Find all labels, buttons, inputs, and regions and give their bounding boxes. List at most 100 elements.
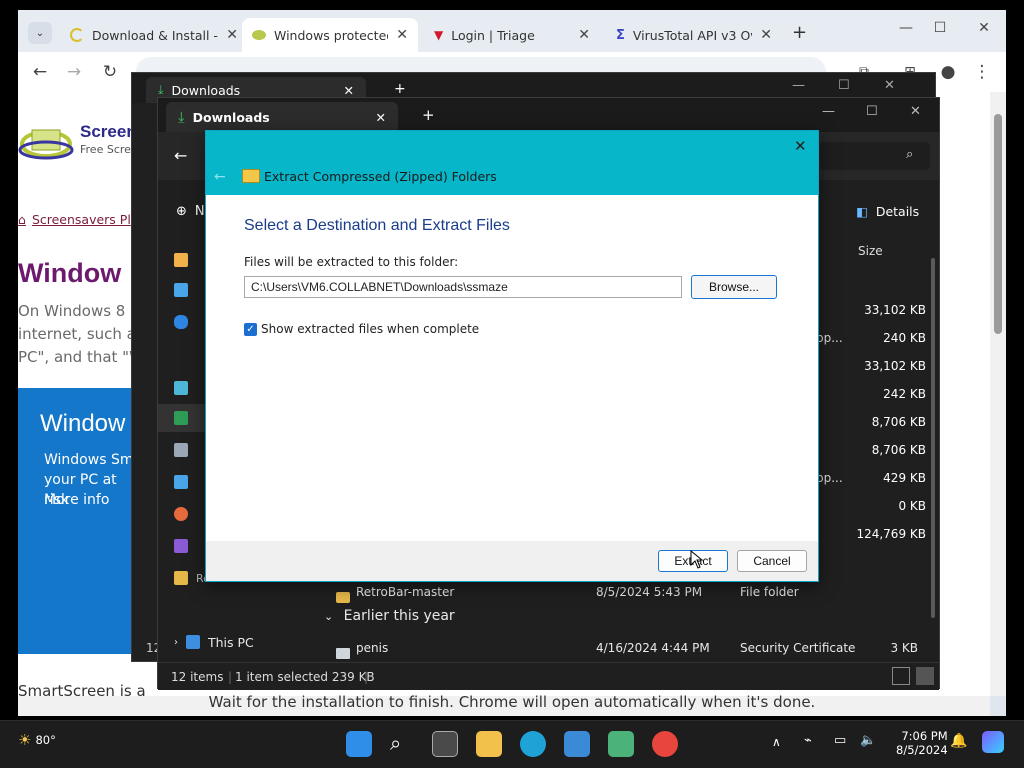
back-arrow-icon[interactable]: ← <box>214 169 226 185</box>
close-button[interactable]: ✕ <box>884 78 895 93</box>
vertical-scrollbar[interactable] <box>931 258 935 618</box>
volume-icon[interactable]: 🔈 <box>860 733 876 748</box>
file-type: File folder <box>740 585 799 599</box>
show-files-checkbox[interactable]: ✓ <box>244 323 257 336</box>
group-header-label: Earlier this year <box>343 608 455 624</box>
tab-close-icon[interactable]: ✕ <box>226 27 238 43</box>
clock[interactable]: 7:06 PM 8/5/2024 <box>896 729 948 757</box>
videos-icon <box>174 539 188 553</box>
forward-arrow-icon[interactable]: → <box>62 62 86 82</box>
file-size: 240 KB <box>883 331 926 345</box>
close-icon[interactable]: ✕ <box>794 137 807 155</box>
home-icon: ⌂ <box>18 212 26 227</box>
tab-close-icon[interactable]: ✕ <box>396 27 408 43</box>
browser-tab-virustotal[interactable]: Σ VirusTotal API v3 Ove ✕ <box>606 18 782 52</box>
file-size: 0 KB <box>898 499 926 513</box>
close-button[interactable]: ✕ <box>962 20 1006 42</box>
start-icon[interactable] <box>346 731 372 757</box>
explorer-tab-downloads[interactable]: ⤓ Downloads ✕ <box>166 102 398 132</box>
sidebar-label: This PC <box>208 634 254 650</box>
search-box[interactable]: ⌕ <box>820 142 930 170</box>
table-row[interactable]: RetroBar-master 8/5/2024 5:43 PM File fo… <box>318 578 928 606</box>
task-view-icon[interactable] <box>432 731 458 757</box>
file-explorer-icon[interactable] <box>476 731 502 757</box>
scroll-thumb[interactable] <box>994 114 1002 334</box>
preview-more-info[interactable]: More info <box>44 490 109 510</box>
display-icon[interactable]: ▭ <box>834 733 846 748</box>
maximize-button[interactable]: ☐ <box>838 78 850 93</box>
new-tab-button[interactable]: + <box>422 106 435 124</box>
maximize-button[interactable]: ☐ <box>918 20 962 42</box>
breadcrumb[interactable]: ⌂ Screensavers Pl <box>18 212 131 227</box>
minimize-button[interactable]: — <box>792 78 805 93</box>
chevron-down-icon: ⌄ <box>324 610 334 623</box>
preview-heading: Window <box>40 410 126 437</box>
edge-icon[interactable] <box>520 731 546 757</box>
details-view-icon[interactable] <box>892 667 910 685</box>
copilot-icon[interactable] <box>982 731 1004 753</box>
download-icon: ⤓ <box>158 82 164 97</box>
network-icon[interactable]: ⌁ <box>804 733 812 748</box>
dialog-titlebar: ✕ ← Extract Compressed (Zipped) Folders <box>206 131 818 195</box>
file-size: 33,102 KB <box>864 359 926 373</box>
tab-close-icon[interactable]: ✕ <box>760 27 772 43</box>
desktop-icon <box>174 381 188 395</box>
file-name-partial: pp... <box>816 331 843 345</box>
tab-search-button[interactable]: ⌄ <box>28 22 52 44</box>
tab-close-icon[interactable]: ✕ <box>578 27 590 43</box>
new-tab-button[interactable]: + <box>792 22 807 43</box>
download-icon: ⤓ <box>178 108 185 126</box>
group-header[interactable]: ⌄ Earlier this year <box>324 608 455 624</box>
browser-tab-download-install[interactable]: Download & Install - ✕ <box>60 18 248 52</box>
gallery-icon <box>174 283 188 297</box>
close-button[interactable]: ✕ <box>910 104 921 119</box>
back-arrow-icon[interactable]: ← <box>28 62 52 82</box>
smartscreen-preview: Window Windows Sma your PC at risk More … <box>18 388 148 654</box>
breadcrumb-link[interactable]: Screensavers Pl <box>32 212 131 227</box>
minimize-button[interactable]: — <box>822 104 835 119</box>
weather-widget[interactable]: ☀ 80° <box>18 731 56 749</box>
dialog-heading: Select a Destination and Extract Files <box>244 217 510 234</box>
selection-info: 1 item selected 239 KB <box>235 670 375 684</box>
tab-close-icon[interactable]: ✕ <box>344 83 354 98</box>
cancel-button[interactable]: Cancel <box>737 550 807 572</box>
file-type: Security Certificate <box>740 641 856 655</box>
maximize-button[interactable]: ☐ <box>866 104 878 119</box>
browser-tab-windows-protected[interactable]: Windows protected y ✕ <box>242 18 418 52</box>
browse-button[interactable]: Browse... <box>691 275 777 299</box>
menu-icon[interactable]: ⋮ <box>970 62 994 82</box>
show-files-label[interactable]: Show extracted files when complete <box>261 322 479 336</box>
home-icon <box>174 253 188 267</box>
temperature: 80° <box>35 733 56 747</box>
sidebar-item-this-pc[interactable]: › This PC <box>158 628 316 656</box>
details-button[interactable]: ◧ Details <box>856 204 919 219</box>
chevron-right-icon: › <box>174 636 178 648</box>
file-name: RetroBar-master <box>356 585 455 599</box>
chevron-up-icon[interactable]: ∧ <box>772 735 781 749</box>
extract-dialog: ✕ ← Extract Compressed (Zipped) Folders … <box>205 130 819 582</box>
reload-icon[interactable]: ↻ <box>98 62 122 82</box>
notification-bell-icon[interactable]: 🔔 <box>950 733 967 749</box>
status-divider: | <box>364 670 369 684</box>
screensaver-logo-icon <box>18 129 74 160</box>
browser-tab-triage[interactable]: ▼ Login | Triage ✕ <box>424 18 600 52</box>
item-count: 12 items <box>171 670 224 684</box>
back-arrow-icon[interactable]: ← <box>174 146 187 165</box>
new-button[interactable]: ⊕ N <box>176 204 205 219</box>
search-icon[interactable]: ⌕ <box>390 731 401 755</box>
taskbar: ☀ 80° ⌕ ∧ ⌁ ▭ 🔈 7:06 PM 8/5/2024 🔔 <box>0 720 1024 768</box>
destination-path-input[interactable]: C:\Users\VM6.COLLABNET\Downloads\ssmaze <box>244 276 682 298</box>
profile-icon[interactable]: ● <box>936 62 960 82</box>
size-column-header[interactable]: Size <box>858 244 883 258</box>
store-icon[interactable] <box>564 731 590 757</box>
table-row[interactable]: penis 4/16/2024 4:44 PM Security Certifi… <box>318 634 928 660</box>
vertical-scrollbar[interactable] <box>990 92 1006 696</box>
tiles-view-icon[interactable] <box>916 667 934 685</box>
tab-close-icon[interactable]: ✕ <box>376 110 386 125</box>
search-icon: ⌕ <box>906 147 914 162</box>
new-tab-button[interactable]: + <box>394 81 406 97</box>
chrome-icon[interactable] <box>652 731 678 757</box>
pictures-icon <box>174 475 188 489</box>
app-icon[interactable] <box>608 731 634 757</box>
file-size: 8,706 KB <box>871 415 926 429</box>
